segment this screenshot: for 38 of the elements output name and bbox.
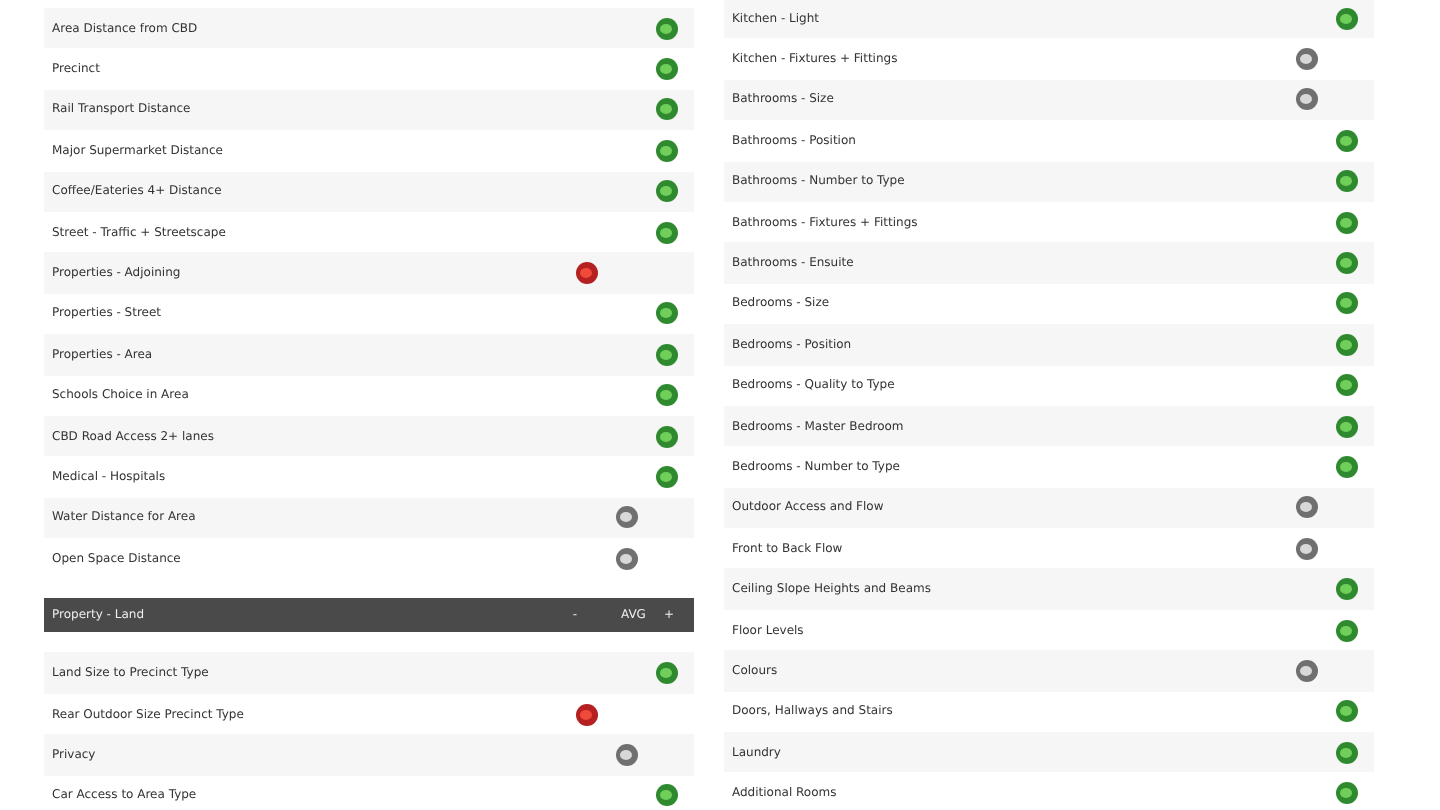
rating-dot[interactable]	[655, 221, 677, 244]
rating-dot[interactable]	[1295, 496, 1317, 519]
rating-dot[interactable]	[1295, 659, 1317, 682]
rating-dot[interactable]	[655, 302, 677, 325]
rating-dot[interactable]	[655, 465, 677, 488]
rating-dot[interactable]	[655, 662, 677, 685]
rating-dot[interactable]	[1295, 48, 1317, 71]
rating-dot[interactable]	[1335, 129, 1357, 152]
rating-dot[interactable]	[655, 139, 677, 162]
rating-dot[interactable]	[1335, 211, 1357, 234]
rating-dot[interactable]	[1335, 455, 1357, 478]
rating-dot[interactable]	[1335, 292, 1357, 315]
rating-dot[interactable]	[655, 98, 677, 121]
rating-dot[interactable]	[1335, 374, 1357, 397]
rating-dot[interactable]	[575, 262, 597, 285]
rating-dot[interactable]	[615, 743, 637, 766]
rating-dot[interactable]	[655, 784, 677, 807]
rating-dot[interactable]	[615, 506, 637, 529]
rating-dot[interactable]	[655, 343, 677, 366]
rating-dot[interactable]	[1335, 333, 1357, 356]
rating-dot[interactable]	[1335, 7, 1357, 30]
rating-dot[interactable]	[1335, 700, 1357, 723]
rating-dot[interactable]	[1335, 782, 1357, 805]
rating-dot[interactable]	[1335, 741, 1357, 764]
rating-dot[interactable]	[655, 17, 677, 40]
rating-dot[interactable]	[655, 384, 677, 407]
rating-dot[interactable]	[1335, 170, 1357, 193]
rating-dot[interactable]	[575, 703, 597, 726]
rating-dot[interactable]	[1295, 88, 1317, 111]
rating-dot[interactable]	[655, 180, 677, 203]
rating-dot[interactable]	[615, 547, 637, 570]
rating-dot[interactable]	[1335, 578, 1357, 601]
rating-dot[interactable]	[1335, 252, 1357, 275]
rating-dot[interactable]	[1295, 537, 1317, 560]
rating-dot[interactable]	[1335, 619, 1357, 642]
rating-dot[interactable]	[655, 425, 677, 448]
rating-dot[interactable]	[1335, 415, 1357, 438]
rating-dot[interactable]	[655, 58, 677, 81]
